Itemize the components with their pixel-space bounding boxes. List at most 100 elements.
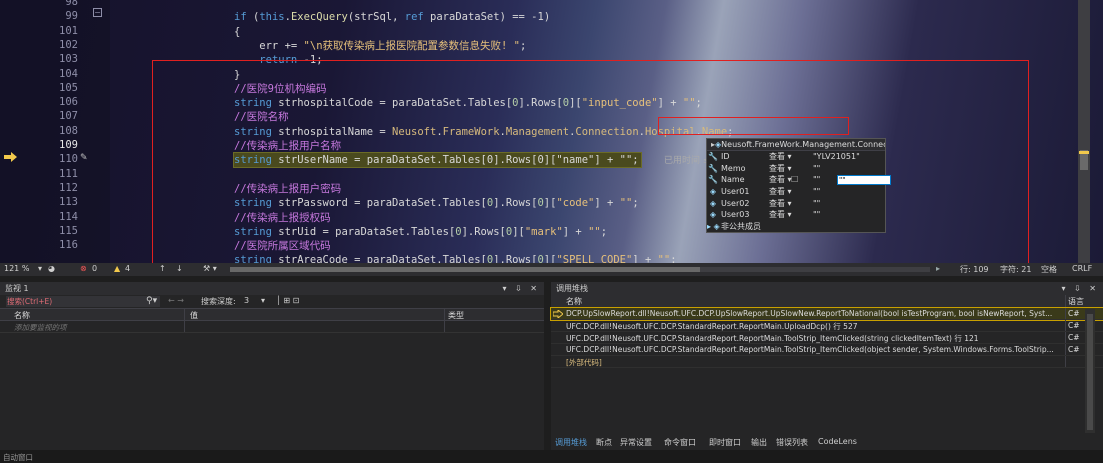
line-number: 106 xyxy=(59,96,78,109)
zoom-level[interactable]: 121 % xyxy=(4,264,29,273)
datatip-row[interactable]: ◈ User02 查看 ▾ "" xyxy=(707,197,885,209)
indent-mode[interactable]: 空格 xyxy=(1041,264,1057,275)
visualizer-button[interactable]: 查看 ▾ xyxy=(769,151,813,162)
call-stack-frame[interactable]: UFC.DCP.dll!Neusoft.UFC.DCP.StandardRepo… xyxy=(551,344,1103,356)
code-token: ref xyxy=(404,11,424,24)
edit-breakpoint-icon[interactable]: ✎ xyxy=(80,153,88,163)
tab-autos[interactable]: 自动窗口 xyxy=(3,452,33,463)
member-value[interactable]: "" xyxy=(813,164,820,173)
scroll-right-icon[interactable]: ▸ xyxy=(936,264,940,273)
scroll-thumb[interactable] xyxy=(1087,314,1093,430)
health-icon[interactable]: ◕ xyxy=(48,264,55,273)
frame-language: C# xyxy=(1068,309,1080,318)
panel-window-buttons[interactable]: ▾ ⇩ ✕ xyxy=(502,282,540,295)
code-token: paraDataSet) == -1) xyxy=(423,11,551,24)
search-nav-icon[interactable]: ← → xyxy=(168,296,184,305)
watch-search-input[interactable]: 搜索(Ctrl+E) xyxy=(6,296,160,307)
code-token: if xyxy=(234,11,247,24)
panel-window-buttons[interactable]: ▾ ⇩ ✕ xyxy=(1061,282,1099,295)
zoom-dropdown-icon[interactable]: ▾ xyxy=(38,264,42,273)
datatip-row[interactable]: ◈ User01 查看 ▾ "" xyxy=(707,186,885,198)
add-watch-placeholder[interactable]: 添加要监视的项 xyxy=(14,322,67,333)
member-value[interactable]: "" xyxy=(813,187,820,196)
datatip-row[interactable]: 🔧 Name 查看 ▾ "" -□ "" xyxy=(707,174,891,186)
visualizer-button[interactable]: 查看 ▾ xyxy=(769,209,813,220)
datatip-row[interactable]: ▸ ◈ 非公共成员 xyxy=(707,221,885,233)
debug-tab[interactable]: 错误列表 xyxy=(776,437,808,448)
watch-title-bar: 监视 1 ▾ ⇩ ✕ xyxy=(0,282,544,295)
warning-icon: ▲ xyxy=(114,264,121,273)
collapse-toggle-icon[interactable]: − xyxy=(93,8,102,17)
col-name[interactable]: 名称 xyxy=(566,296,582,307)
search-depth-value[interactable]: 3 xyxy=(244,296,249,305)
datatip-row[interactable]: ◈ User03 查看 ▾ "" xyxy=(707,209,885,221)
bottom-tab-strip: 自动窗口 xyxy=(0,450,1103,463)
watch-add-row[interactable]: 添加要监视的项 xyxy=(0,321,544,333)
code-token: "\n获取传染病上报医院配置参数信息失败! " xyxy=(303,39,520,52)
code-line[interactable]: { xyxy=(234,25,240,39)
member-value[interactable]: "" xyxy=(813,199,820,208)
visualizer-button[interactable]: 查看 ▾ xyxy=(769,198,813,209)
code-line[interactable]: if (this.ExecQuery(strSql, ref paraDataS… xyxy=(234,10,550,24)
visualizer-button[interactable]: 查看 ▾ xyxy=(769,163,813,174)
code-editor[interactable]: − 98 99 101 102 103 104 105 106 107 108 109 110 111 1… xyxy=(0,0,1103,263)
debug-tab[interactable]: 异常设置 xyxy=(620,437,652,448)
current-frame-arrow-icon xyxy=(553,310,563,318)
nav-forward-icon[interactable]: ↓ xyxy=(176,264,183,273)
value-edit-input[interactable]: "" xyxy=(837,175,891,186)
line-ending[interactable]: CRLF xyxy=(1072,264,1092,273)
call-stack-frame[interactable]: UFC.DCP.dll!Neusoft.UFC.DCP.StandardRepo… xyxy=(551,332,1103,344)
chevron-down-icon[interactable]: ▾ xyxy=(261,296,265,305)
panel-splitter[interactable] xyxy=(544,282,551,450)
debug-tab[interactable]: 即时窗口 xyxy=(709,437,741,448)
current-statement-arrow-icon xyxy=(4,152,17,162)
visualizer-button[interactable]: 查看 ▾ xyxy=(769,186,813,197)
call-stack-panel[interactable]: 调用堆栈 ▾ ⇩ ✕ 名称 语言 DCP.UpSlowReport.dll!Ne… xyxy=(550,282,1103,450)
brush-icon[interactable]: ⚒ ▾ xyxy=(203,264,217,273)
line-number: 98 xyxy=(65,0,78,8)
line-number: 104 xyxy=(59,67,78,80)
search-icon[interactable]: ⚲▾ xyxy=(146,296,157,306)
code-token: (strSql, xyxy=(347,11,405,24)
col-lang[interactable]: 语言 xyxy=(1068,296,1084,307)
debug-tab[interactable]: 输出 xyxy=(751,437,767,448)
line-number: 113 xyxy=(59,196,78,209)
col-type[interactable]: 类型 xyxy=(448,310,464,321)
member-value[interactable]: "" xyxy=(813,175,820,184)
debug-tab[interactable]: CodeLens xyxy=(818,437,857,446)
line-number: 103 xyxy=(59,53,78,66)
watch-tool-icons[interactable]: │ ⊞ ⊡ xyxy=(276,296,299,305)
editor-vertical-scrollbar[interactable] xyxy=(1078,0,1090,263)
code-line[interactable]: err += "\n获取传染病上报医院配置参数信息失败! "; xyxy=(234,39,526,53)
nav-back-icon[interactable]: ↑ xyxy=(159,264,166,273)
datatip-hospital[interactable]: ▸ ◈ Neusoft.FrameWork.Management.Connect… xyxy=(706,138,891,234)
call-stack-frame[interactable]: DCP.UpSlowReport.dll!Neusoft.UFC.DCP.UpS… xyxy=(550,307,1103,321)
datatip-row[interactable]: 🔧 ID 查看 ▾ "YLV21051" xyxy=(707,151,885,163)
frame-language: C# xyxy=(1068,321,1080,330)
search-depth-label: 搜索深度: xyxy=(201,297,236,306)
frame-text: [外部代码] xyxy=(566,358,602,367)
code-token: err += xyxy=(234,39,304,52)
call-stack-scrollbar[interactable] xyxy=(1085,309,1095,433)
call-stack-frame[interactable]: [外部代码] xyxy=(551,356,1103,368)
member-value[interactable]: "" xyxy=(813,210,820,219)
call-stack-frame[interactable]: UFC.DCP.dll!Neusoft.UFC.DCP.StandardRepo… xyxy=(551,320,1103,332)
col-name[interactable]: 名称 xyxy=(14,310,30,321)
member-value[interactable]: "YLV21051" xyxy=(813,152,860,161)
watch-panel[interactable]: 监视 1 ▾ ⇩ ✕ 搜索(Ctrl+E) ⚲▾ ← → 搜索深度: 3 ▾ │… xyxy=(0,282,544,450)
col-value[interactable]: 值 xyxy=(190,310,198,321)
debug-tab[interactable]: 断点 xyxy=(596,437,612,448)
line-number: 111 xyxy=(59,167,78,180)
editor-horizontal-scrollbar[interactable] xyxy=(230,267,930,272)
line-number: 99 xyxy=(65,10,78,23)
error-count[interactable]: 0 xyxy=(92,264,97,273)
debug-tab[interactable]: 命令窗口 xyxy=(664,437,696,448)
debug-tab[interactable]: 调用堆栈 xyxy=(555,437,587,448)
warning-count[interactable]: 4 xyxy=(125,264,130,273)
datatip-row[interactable]: 🔧 Memo 查看 ▾ "" xyxy=(707,163,885,175)
line-number: 102 xyxy=(59,38,78,51)
line-number: 109 xyxy=(59,139,78,151)
pin-icon[interactable]: -□ xyxy=(788,174,798,183)
hscroll-thumb[interactable] xyxy=(230,267,700,272)
editor-status-bar: 121 % ▾ ◕ ⊗ 0 ▲ 4 ↑ ↓ ⚒ ▾ ▸ 行: 109 字符: 2… xyxy=(0,263,1103,276)
